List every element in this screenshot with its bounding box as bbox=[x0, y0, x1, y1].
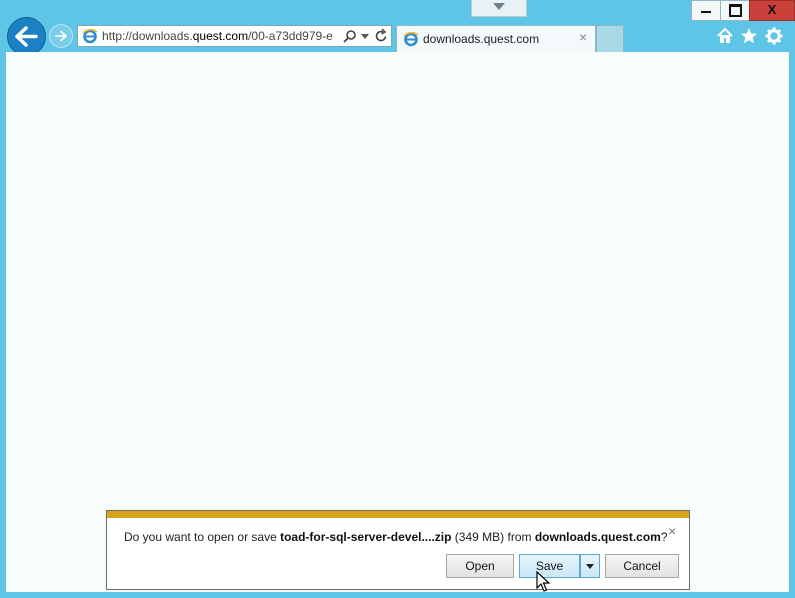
search-icon[interactable] bbox=[342, 29, 357, 44]
url-domain: quest.com bbox=[192, 29, 249, 43]
dropdown-icon[interactable] bbox=[361, 34, 369, 39]
download-notification-bar: Do you want to open or save toad-for-sql… bbox=[106, 510, 690, 590]
prompt-text-start: Do you want to open or save bbox=[124, 530, 281, 544]
download-file-name: toad-for-sql-server-devel....zip bbox=[280, 530, 452, 544]
address-url[interactable]: http://downloads.quest.com/00-a73dd979-e bbox=[102, 29, 336, 43]
tab-dropdown-toggle[interactable] bbox=[471, 0, 527, 17]
tab-close-icon[interactable]: × bbox=[579, 30, 587, 44]
address-bar[interactable]: http://downloads.quest.com/00-a73dd979-e bbox=[77, 25, 392, 47]
home-icon[interactable] bbox=[716, 27, 734, 45]
gear-icon[interactable] bbox=[765, 27, 783, 45]
close-icon[interactable]: × bbox=[668, 524, 676, 538]
minimize-button[interactable] bbox=[691, 0, 721, 21]
close-window-button[interactable]: X bbox=[749, 0, 795, 21]
cancel-button[interactable]: Cancel bbox=[605, 554, 679, 578]
back-arrow-icon bbox=[15, 26, 38, 47]
notification-accent-bar bbox=[107, 511, 689, 518]
ie-icon bbox=[403, 31, 419, 47]
status-strip bbox=[0, 592, 795, 598]
maximize-icon bbox=[729, 4, 742, 17]
favorites-star-icon[interactable] bbox=[740, 27, 758, 45]
refresh-icon[interactable] bbox=[374, 28, 389, 44]
open-button[interactable]: Open bbox=[446, 554, 514, 578]
forward-button[interactable] bbox=[49, 24, 73, 48]
download-source: downloads.quest.com bbox=[534, 530, 661, 544]
url-prefix: http://downloads. bbox=[102, 29, 193, 43]
tab-active[interactable]: downloads.quest.com × bbox=[396, 25, 596, 52]
download-file-size: (349 MB) from bbox=[451, 530, 535, 544]
prompt-text-end: ? bbox=[660, 530, 668, 544]
chevron-down-icon bbox=[586, 564, 594, 569]
maximize-button[interactable] bbox=[720, 0, 750, 21]
download-prompt-message: Do you want to open or save toad-for-sql… bbox=[124, 530, 668, 544]
new-tab-button[interactable] bbox=[596, 25, 624, 52]
minimize-icon bbox=[701, 11, 711, 13]
url-path: /00-a73dd979-e bbox=[248, 29, 333, 43]
forward-arrow-icon bbox=[55, 30, 67, 42]
close-icon: X bbox=[767, 2, 777, 17]
chevron-down-icon bbox=[493, 3, 505, 10]
tab-title: downloads.quest.com bbox=[423, 32, 540, 46]
back-button[interactable] bbox=[7, 17, 46, 56]
cursor-icon bbox=[536, 571, 550, 592]
ie-icon bbox=[82, 28, 98, 44]
save-options-dropdown[interactable] bbox=[580, 554, 600, 578]
